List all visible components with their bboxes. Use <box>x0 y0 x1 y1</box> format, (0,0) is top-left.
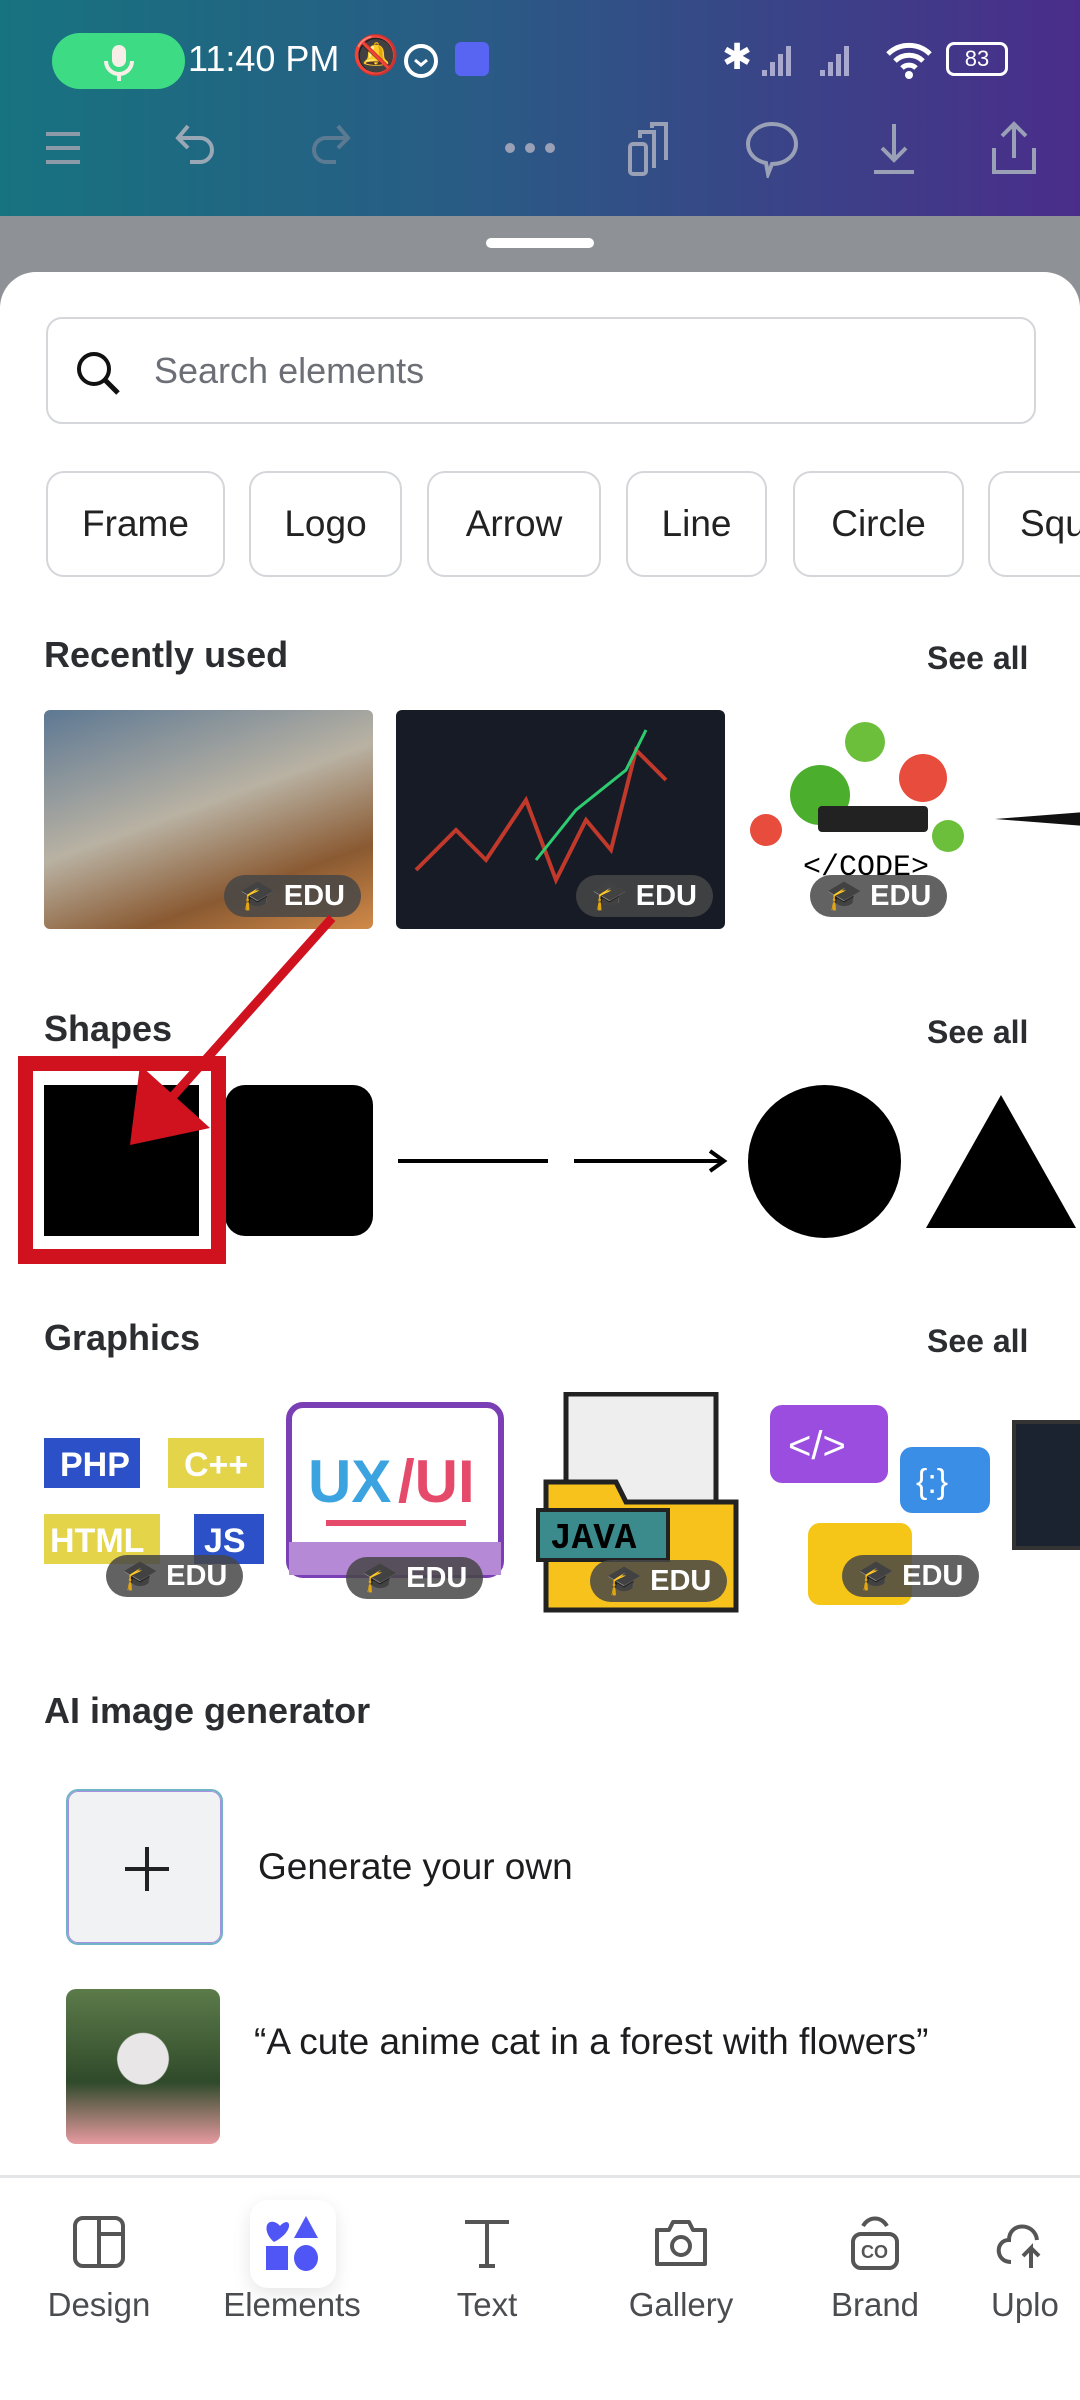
nav-label: Elements <box>223 2286 361 2323</box>
generate-your-own-label[interactable]: Generate your own <box>258 1846 573 1888</box>
graphic-code-screen[interactable] <box>1012 1420 1080 1550</box>
nav-uploads[interactable]: Uplo <box>983 2212 1080 2324</box>
graduation-cap-icon: 🎓 <box>362 1562 399 1594</box>
alarm-icon <box>400 38 442 85</box>
chip-circle[interactable]: Circle <box>793 471 964 577</box>
nav-brand[interactable]: CO Brand <box>780 2212 970 2324</box>
graphic-java[interactable]: JAVA 🎓 EDU <box>536 1391 742 1614</box>
nav-label: Text <box>456 2286 518 2323</box>
graduation-cap-icon: 🎓 <box>122 1560 159 1592</box>
camera-icon <box>655 2220 707 2266</box>
text-icon <box>465 2220 509 2268</box>
generate-your-own-button[interactable] <box>66 1789 223 1945</box>
graphic-php-cpp-html-js[interactable]: PHP C++ HTML JS 🎓 EDU <box>44 1420 264 1600</box>
wifi-icon <box>884 38 934 85</box>
discord-icon <box>455 42 489 76</box>
battery-icon: 83 <box>946 42 1008 76</box>
svg-text:</>: </> <box>788 1424 846 1468</box>
recently-used-heading: Recently used <box>44 634 289 675</box>
signal-icon <box>760 40 880 85</box>
svg-text:UX: UX <box>308 1448 391 1515</box>
drag-handle[interactable] <box>486 238 594 248</box>
edu-label: EDU <box>406 1561 468 1594</box>
edu-badge: 🎓 EDU <box>575 875 713 917</box>
chip-line[interactable]: Line <box>626 471 767 577</box>
shape-circle[interactable] <box>748 1085 901 1238</box>
graphic-ux-ui[interactable]: UX/UI 🎓 EDU <box>286 1402 504 1602</box>
edu-badge: 🎓 EDU <box>106 1555 244 1597</box>
recently-used-see-all[interactable]: See all <box>927 640 1028 677</box>
edu-label: EDU <box>635 879 697 912</box>
edu-badge: 🎓 EDU <box>810 875 948 917</box>
graduation-cap-icon: 🎓 <box>858 1560 895 1592</box>
nav-label: Brand <box>830 2286 920 2323</box>
design-icon <box>73 2216 125 2268</box>
nav-gallery[interactable]: Gallery <box>586 2212 776 2324</box>
more-icon[interactable] <box>500 118 560 178</box>
graphics-heading: Graphics <box>44 1317 201 1358</box>
graphic-code-bubbles[interactable]: </> {:} 🎓 EDU <box>770 1405 992 1605</box>
menu-icon[interactable] <box>36 118 96 178</box>
upload-cloud-icon <box>996 2224 1041 2268</box>
search-box[interactable] <box>46 317 1036 424</box>
cat-prompt-thumbnail[interactable] <box>66 1989 220 2144</box>
edu-badge: 🎓 EDU <box>590 1560 728 1602</box>
ai-generator-heading: AI image generator <box>44 1690 371 1731</box>
search-input[interactable] <box>154 341 994 401</box>
download-icon[interactable] <box>864 118 924 178</box>
recent-item-stock-chart[interactable]: 🎓 EDU <box>396 710 725 929</box>
nav-text[interactable]: Text <box>392 2212 582 2324</box>
annotation-arrow-icon <box>130 915 336 1145</box>
edu-label: EDU <box>902 1559 964 1592</box>
recent-item-code[interactable]: </CODE> 🎓 EDU <box>748 710 978 929</box>
chip-frame[interactable]: Frame <box>46 471 225 577</box>
nav-label: Uplo <box>991 2286 1059 2323</box>
search-icon <box>77 352 120 395</box>
edu-label: EDU <box>650 1564 712 1597</box>
graduation-cap-icon: 🎓 <box>606 1565 643 1597</box>
shape-arrow-line[interactable] <box>574 1140 730 1187</box>
redo-icon[interactable] <box>300 118 360 178</box>
status-time: 11:40 PM <box>188 38 340 79</box>
battery-level: 83 <box>964 46 990 71</box>
svg-text:/UI: /UI <box>398 1448 475 1515</box>
shapes-see-all[interactable]: See all <box>927 1014 1028 1051</box>
plus-icon <box>125 1847 169 1891</box>
recent-item-coins[interactable]: 🎓 EDU <box>44 710 373 929</box>
svg-text:CO: CO <box>861 2242 888 2262</box>
chip-arrow[interactable]: Arrow <box>427 471 601 577</box>
nav-label: Gallery <box>628 2286 734 2323</box>
nav-elements[interactable]: Elements <box>197 2212 387 2324</box>
pages-icon[interactable] <box>622 118 682 178</box>
nav-design[interactable]: Design <box>4 2212 194 2324</box>
edu-badge: 🎓 EDU <box>842 1555 980 1597</box>
bell-off-icon: 🔕 <box>352 35 400 77</box>
brand-icon: CO <box>851 2216 899 2270</box>
bluetooth-icon: ✱ <box>722 36 753 77</box>
undo-icon[interactable] <box>170 118 230 178</box>
elements-icon <box>266 2216 318 2271</box>
svg-text:C++: C++ <box>184 1446 248 1484</box>
edu-label: EDU <box>870 879 932 912</box>
graduation-cap-icon: 🎓 <box>826 880 863 912</box>
edu-label: EDU <box>166 1559 228 1592</box>
cat-prompt-text[interactable]: “A cute anime cat in a forest with flowe… <box>254 2012 934 2072</box>
mic-indicator <box>52 33 185 89</box>
graphics-see-all[interactable]: See all <box>927 1323 1028 1360</box>
svg-text:{:}: {:} <box>916 1463 948 1501</box>
comment-icon[interactable] <box>742 118 802 182</box>
chip-square[interactable]: Squ <box>988 471 1080 577</box>
shape-line[interactable] <box>398 1159 548 1163</box>
svg-text:JAVA: JAVA <box>550 1518 637 1559</box>
svg-text:PHP: PHP <box>60 1446 130 1484</box>
chip-logo[interactable]: Logo <box>249 471 402 577</box>
share-icon[interactable] <box>984 118 1044 178</box>
graduation-cap-icon: 🎓 <box>591 880 628 912</box>
nav-label: Design <box>47 2286 151 2323</box>
edu-badge: 🎓 EDU <box>346 1557 484 1599</box>
